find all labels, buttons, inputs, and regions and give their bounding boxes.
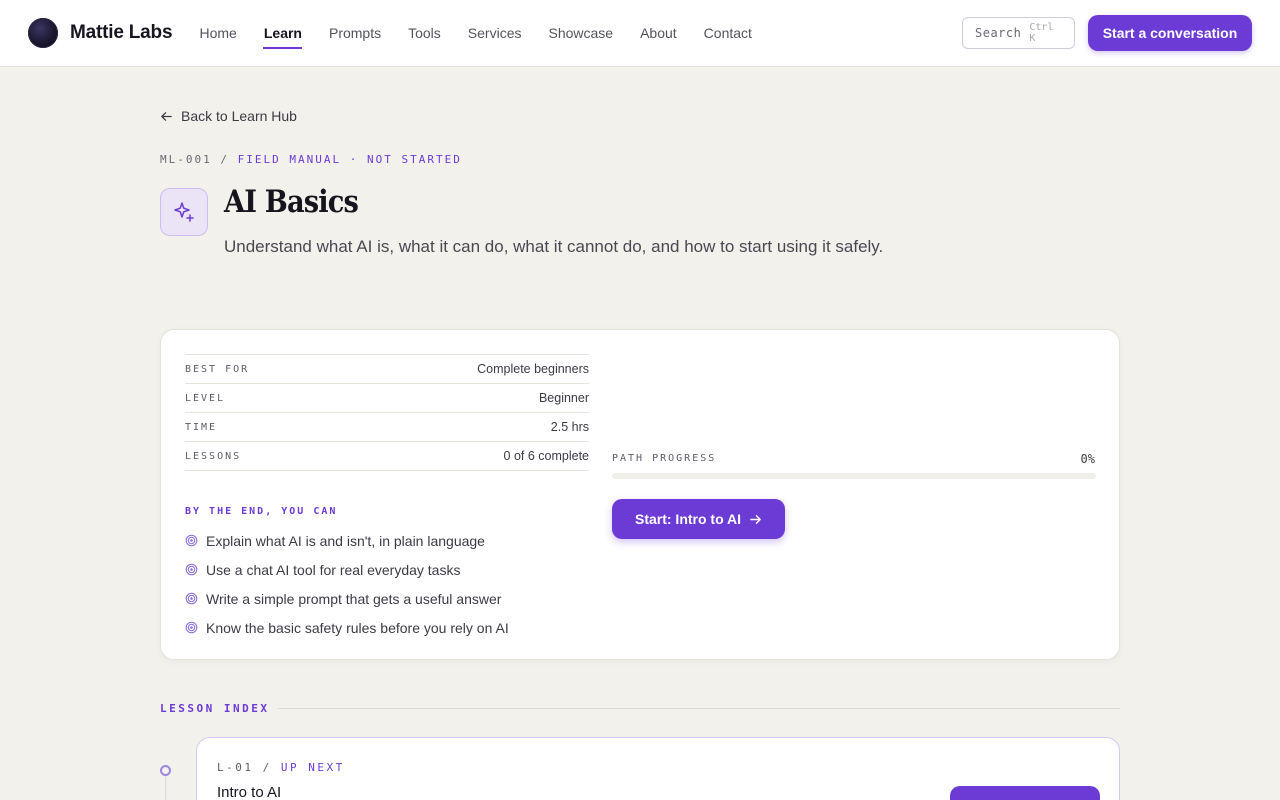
nav-item-showcase[interactable]: Showcase <box>535 0 627 66</box>
nav-item-contact[interactable]: Contact <box>690 0 765 66</box>
sparkle-icon <box>174 202 194 222</box>
course-overview-card: BEST FOR Complete beginners LEVEL Beginn… <box>160 329 1120 660</box>
outcome-text: Use a chat AI tool for real everyday tas… <box>206 561 461 578</box>
list-item: Write a simple prompt that gets a useful… <box>185 584 509 613</box>
page-title: AI Basics <box>224 184 359 220</box>
meta-label: LEVEL <box>185 392 226 404</box>
list-item: Use a chat AI tool for real everyday tas… <box>185 555 509 584</box>
lesson-status: UP NEXT <box>280 761 345 774</box>
lesson-title: Intro to AI <box>217 784 282 800</box>
search-button[interactable]: Search Ctrl K <box>962 17 1075 49</box>
search-label: Search <box>975 26 1022 40</box>
arrow-left-icon <box>161 111 172 121</box>
meta-value: Complete beginners <box>477 362 589 376</box>
nav-item-services[interactable]: Services <box>454 0 535 66</box>
meta-row-time: TIME 2.5 hrs <box>185 412 589 441</box>
nav-item-prompts[interactable]: Prompts <box>315 0 394 66</box>
lesson-code: L-01 <box>217 761 254 774</box>
brand[interactable]: Mattie Labs <box>28 18 173 48</box>
meta-row-lessons: LESSONS 0 of 6 complete <box>185 441 589 471</box>
course-badge <box>160 188 208 236</box>
brand-name: Mattie Labs <box>70 22 173 43</box>
outcome-text: Explain what AI is and isn't, in plain l… <box>206 532 485 549</box>
meta-label: TIME <box>185 421 218 433</box>
start-conversation-button[interactable]: Start a conversation <box>1088 15 1252 51</box>
meta-row-level: LEVEL Beginner <box>185 383 589 412</box>
lesson-card[interactable]: L-01 / UP NEXT Intro to AI <box>196 737 1120 800</box>
meta-label: BEST FOR <box>185 363 250 375</box>
target-icon <box>185 563 198 576</box>
meta-label: LESSONS <box>185 450 242 462</box>
progress-bar <box>612 473 1096 479</box>
nav-item-tools[interactable]: Tools <box>395 0 455 66</box>
brand-logo-icon <box>28 18 58 48</box>
target-icon <box>185 592 198 605</box>
eyebrow-separator: / <box>220 153 229 166</box>
lesson-eyebrow: L-01 / UP NEXT <box>217 761 345 774</box>
start-lesson-label: Start: Intro to AI <box>634 511 742 527</box>
hero-eyebrow: ML-001 / FIELD MANUAL · NOT STARTED <box>160 153 462 166</box>
list-item: Explain what AI is and isn't, in plain l… <box>185 526 509 555</box>
nav-item-learn[interactable]: Learn <box>250 0 315 66</box>
outcomes-heading: BY THE END, YOU CAN <box>185 506 338 517</box>
main-nav: Home Learn Prompts Tools Services Showca… <box>186 0 765 66</box>
section-divider <box>278 708 1120 709</box>
lesson-action-button[interactable] <box>950 786 1100 800</box>
lesson-index-heading: LESSON INDEX <box>160 702 270 715</box>
outcomes-list: Explain what AI is and isn't, in plain l… <box>185 526 509 642</box>
meta-row-best-for: BEST FOR Complete beginners <box>185 354 589 383</box>
course-code: ML-001 <box>160 153 212 166</box>
lesson-timeline-dot <box>160 765 171 776</box>
search-shortcut: Ctrl K <box>1029 22 1054 44</box>
meta-value: Beginner <box>538 391 589 405</box>
nav-item-home[interactable]: Home <box>186 0 250 66</box>
back-to-learn-hub-link[interactable]: Back to Learn Hub <box>160 108 297 124</box>
back-link-label: Back to Learn Hub <box>181 108 297 124</box>
lesson-separator: / <box>262 761 272 774</box>
course-status: FIELD MANUAL · NOT STARTED <box>237 153 462 166</box>
progress-value: 0% <box>1080 452 1095 466</box>
page-subtitle: Understand what AI is, what it can do, w… <box>224 237 884 256</box>
top-navigation-bar: Mattie Labs Home Learn Prompts Tools Ser… <box>0 0 1280 67</box>
arrow-right-icon <box>750 514 761 524</box>
meta-value: 0 of 6 complete <box>503 449 589 463</box>
outcome-text: Write a simple prompt that gets a useful… <box>206 590 502 607</box>
target-icon <box>185 534 198 547</box>
start-lesson-button[interactable]: Start: Intro to AI <box>612 499 785 539</box>
nav-item-about[interactable]: About <box>627 0 691 66</box>
meta-value: 2.5 hrs <box>550 420 589 434</box>
target-icon <box>185 621 198 634</box>
course-meta-table: BEST FOR Complete beginners LEVEL Beginn… <box>185 354 589 471</box>
progress-label: PATH PROGRESS <box>612 453 717 464</box>
outcome-text: Know the basic safety rules before you r… <box>206 619 509 636</box>
list-item: Know the basic safety rules before you r… <box>185 613 509 642</box>
